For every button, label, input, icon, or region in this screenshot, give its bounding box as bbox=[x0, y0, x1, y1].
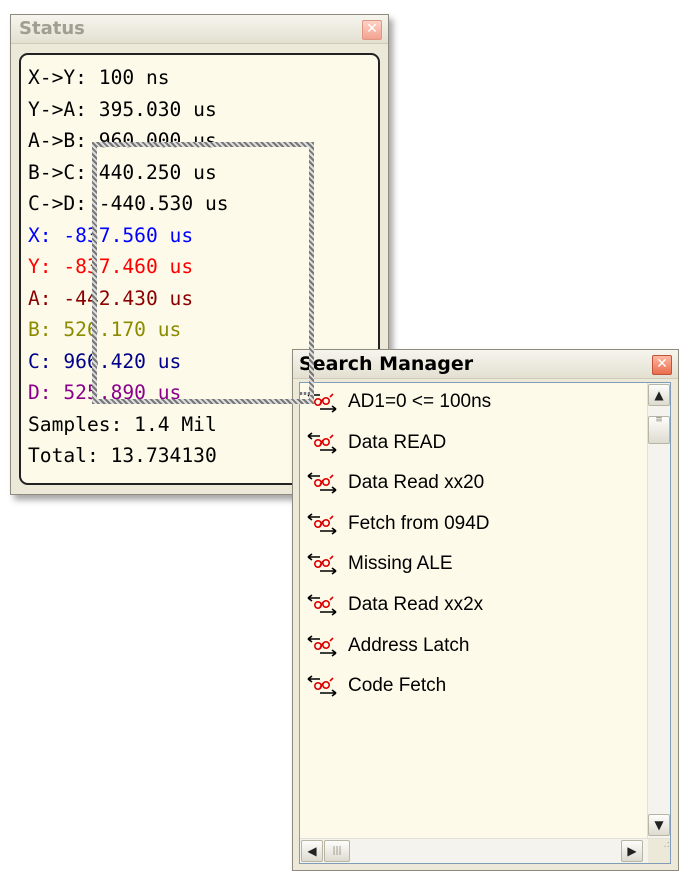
search-manager-title: Search Manager bbox=[299, 353, 474, 375]
search-arrows-icon bbox=[306, 673, 340, 699]
vertical-scrollbar[interactable]: ▲ ≡ ▼ bbox=[647, 383, 670, 863]
search-item-label: Data READ bbox=[348, 431, 447, 453]
vertical-scroll-thumb[interactable]: ≡ bbox=[648, 416, 670, 444]
search-arrows-icon bbox=[306, 470, 340, 496]
search-arrows-icon bbox=[306, 633, 340, 659]
search-manager-window: Search Manager ✕ AD1=0 <= 100ns Data READ… bbox=[292, 349, 679, 871]
search-manager-titlebar[interactable]: Search Manager ✕ bbox=[293, 350, 678, 379]
search-item-label: Address Latch bbox=[348, 634, 470, 656]
drag-selection-rectangle bbox=[92, 142, 314, 404]
search-arrows-icon bbox=[306, 592, 340, 618]
search-item-label: AD1=0 <= 100ns bbox=[348, 391, 492, 412]
search-item-label: Data Read xx2x bbox=[348, 594, 484, 615]
scroll-left-button[interactable]: ◀ bbox=[301, 840, 323, 862]
search-item-label: Data Read xx20 bbox=[348, 472, 485, 494]
status-close-button[interactable]: ✕ bbox=[362, 20, 382, 40]
status-titlebar[interactable]: Status ✕ bbox=[11, 15, 388, 44]
status-line: X->Y: 100 ns bbox=[28, 66, 170, 89]
drag-selection-connector bbox=[300, 392, 312, 395]
horizontal-scroll-thumb[interactable]: ||| bbox=[324, 840, 350, 862]
search-item-label: Code Fetch bbox=[348, 675, 447, 697]
search-item-label: Fetch from 094D bbox=[348, 512, 490, 534]
scroll-down-button[interactable]: ▼ bbox=[648, 814, 670, 836]
scroll-up-button[interactable]: ▲ bbox=[648, 384, 670, 406]
search-arrows-icon bbox=[306, 511, 340, 537]
search-item-label: Missing ALE bbox=[348, 553, 453, 575]
status-line: Samples: 1.4 Mil bbox=[28, 412, 217, 436]
horizontal-scrollbar[interactable]: ◀ ||| ▶ .: bbox=[300, 838, 670, 863]
status-line: Y->A: 395.030 us bbox=[28, 97, 217, 121]
search-arrows-icon bbox=[306, 430, 340, 456]
search-manager-close-button[interactable]: ✕ bbox=[652, 355, 672, 375]
resize-grip-icon[interactable]: .: bbox=[648, 839, 670, 863]
search-arrows-icon bbox=[306, 551, 340, 577]
status-title: Status bbox=[19, 18, 85, 39]
search-list: AD1=0 <= 100ns Data READ Data Read xx20 Fet… bbox=[299, 382, 671, 864]
status-line: Total: 13.734130 bbox=[28, 444, 217, 467]
scroll-right-button[interactable]: ▶ bbox=[621, 840, 643, 862]
